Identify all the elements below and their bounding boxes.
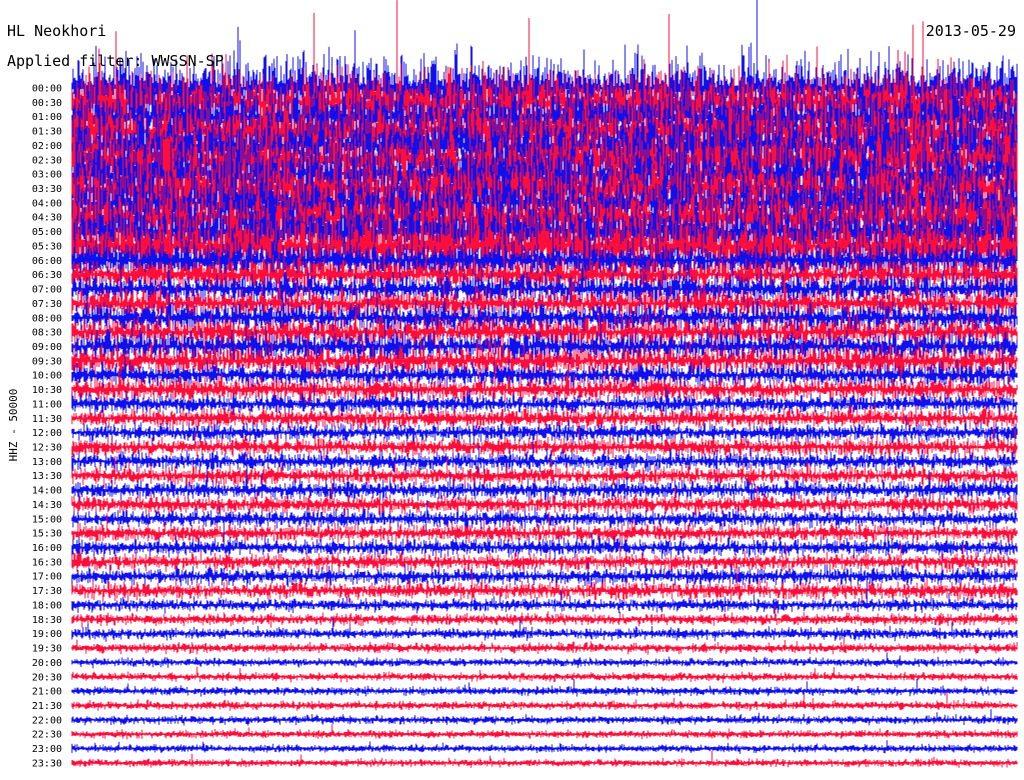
seismic-traces xyxy=(71,0,1018,768)
station-title: HL Neokhori xyxy=(7,22,106,40)
tick-label-2100: 21:00 xyxy=(32,687,62,698)
tick-label-0430: 04:30 xyxy=(32,213,62,224)
tick-label-0600: 06:00 xyxy=(32,256,62,267)
helicorder-plot: HL Neokhori 2013-05-29 Applied filter: W… xyxy=(7,0,1018,770)
tick-label-1030: 10:30 xyxy=(32,385,62,396)
time-tick-labels: 00:00 00:30 01:00 01:30 02:00 02:30 03:00 03:30… xyxy=(32,84,62,770)
tick-label-2130: 21:30 xyxy=(32,701,62,712)
tick-label-1200: 12:00 xyxy=(32,428,62,439)
trace-line-2100 xyxy=(71,678,1018,697)
tick-label-0100: 01:00 xyxy=(32,112,62,123)
tick-label-1900: 19:00 xyxy=(32,629,62,640)
trace-line-2130 xyxy=(71,691,1018,711)
tick-label-1730: 17:30 xyxy=(32,586,62,597)
tick-label-1330: 13:30 xyxy=(32,471,62,482)
tick-label-0300: 03:00 xyxy=(32,170,62,181)
tick-label-0000: 00:00 xyxy=(32,84,62,95)
tick-label-1700: 17:00 xyxy=(32,572,62,583)
trace-line-2200 xyxy=(71,709,1018,726)
tick-label-2330: 23:30 xyxy=(32,758,62,769)
tick-label-0930: 09:30 xyxy=(32,356,62,367)
tick-label-1230: 12:30 xyxy=(32,443,62,454)
tick-label-1600: 16:00 xyxy=(32,543,62,554)
trace-line-1930 xyxy=(71,636,1018,655)
tick-label-0630: 06:30 xyxy=(32,270,62,281)
trace-line-1830 xyxy=(71,605,1018,628)
tick-label-0530: 05:30 xyxy=(32,242,62,253)
tick-label-0500: 05:00 xyxy=(32,227,62,238)
tick-label-0400: 04:00 xyxy=(32,198,62,209)
tick-label-2230: 22:30 xyxy=(32,730,62,741)
tick-label-1800: 18:00 xyxy=(32,601,62,612)
tick-label-2300: 23:00 xyxy=(32,744,62,755)
trace-line-1730 xyxy=(71,565,1018,603)
tick-label-2200: 22:00 xyxy=(32,715,62,726)
tick-label-1830: 18:30 xyxy=(32,615,62,626)
tick-label-1000: 10:00 xyxy=(32,371,62,382)
trace-line-2300 xyxy=(71,740,1018,754)
channel-label: HHZ - 50000 xyxy=(7,389,20,462)
tick-label-1400: 14:00 xyxy=(32,486,62,497)
tick-label-1430: 14:30 xyxy=(32,500,62,511)
trace-line-2000 xyxy=(71,652,1018,669)
tick-label-0030: 00:30 xyxy=(32,98,62,109)
tick-label-0130: 01:30 xyxy=(32,127,62,138)
trace-line-2230 xyxy=(71,724,1018,740)
tick-label-1300: 13:00 xyxy=(32,457,62,468)
tick-label-0700: 07:00 xyxy=(32,285,62,296)
tick-label-0330: 03:30 xyxy=(32,184,62,195)
filter-label: Applied filter: WWSSN-SP xyxy=(7,52,224,70)
tick-label-0230: 02:30 xyxy=(32,155,62,166)
tick-label-1530: 15:30 xyxy=(32,529,62,540)
tick-label-0200: 02:00 xyxy=(32,141,62,152)
tick-label-0800: 08:00 xyxy=(32,313,62,324)
tick-label-0730: 07:30 xyxy=(32,299,62,310)
tick-label-2030: 20:30 xyxy=(32,672,62,683)
tick-label-1630: 16:30 xyxy=(32,557,62,568)
date-label: 2013-05-29 xyxy=(926,22,1016,40)
trace-line-2330 xyxy=(71,750,1018,768)
tick-label-1100: 11:00 xyxy=(32,399,62,410)
tick-label-0900: 09:00 xyxy=(32,342,62,353)
tick-label-1130: 11:30 xyxy=(32,414,62,425)
tick-label-2000: 20:00 xyxy=(32,658,62,669)
tick-label-0830: 08:30 xyxy=(32,328,62,339)
tick-label-1500: 15:00 xyxy=(32,514,62,525)
trace-line-2030 xyxy=(71,666,1018,683)
tick-label-1930: 19:30 xyxy=(32,644,62,655)
